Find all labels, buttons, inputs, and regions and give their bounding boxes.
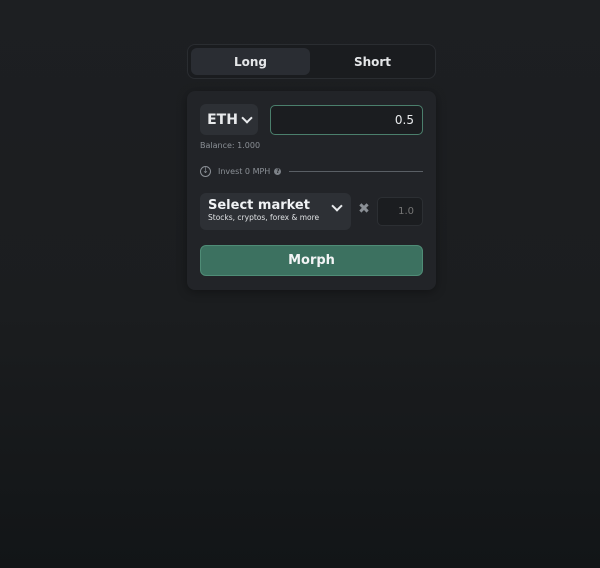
tab-long[interactable]: Long (191, 48, 310, 75)
invest-label: Invest 0 MPH (218, 166, 271, 176)
morph-button[interactable]: Morph (200, 245, 423, 276)
chevron-down-icon (241, 111, 253, 124)
tab-short[interactable]: Short (313, 48, 432, 75)
market-subtitle: Stocks, cryptos, forex & more (208, 213, 320, 222)
times-icon: ✖ (358, 201, 370, 217)
direction-tabs: Long Short (187, 44, 436, 79)
invest-row: ↓ Invest 0 MPH ? (200, 164, 423, 178)
market-select[interactable]: Select market Stocks, cryptos, forex & m… (200, 193, 351, 230)
asset-select[interactable]: ETH (200, 104, 258, 135)
market-title: Select market (208, 198, 310, 213)
leverage-input[interactable] (377, 197, 423, 226)
balance-text: Balance: 1.000 (200, 141, 261, 150)
amount-input[interactable] (270, 105, 423, 135)
trade-card: ETH Balance: 1.000 ↓ Invest 0 MPH ? Sele… (187, 91, 436, 290)
download-circle-icon[interactable]: ↓ (200, 165, 211, 177)
help-icon[interactable]: ? (274, 167, 282, 175)
invest-slider-track[interactable] (289, 170, 423, 172)
asset-label: ETH (207, 111, 238, 128)
